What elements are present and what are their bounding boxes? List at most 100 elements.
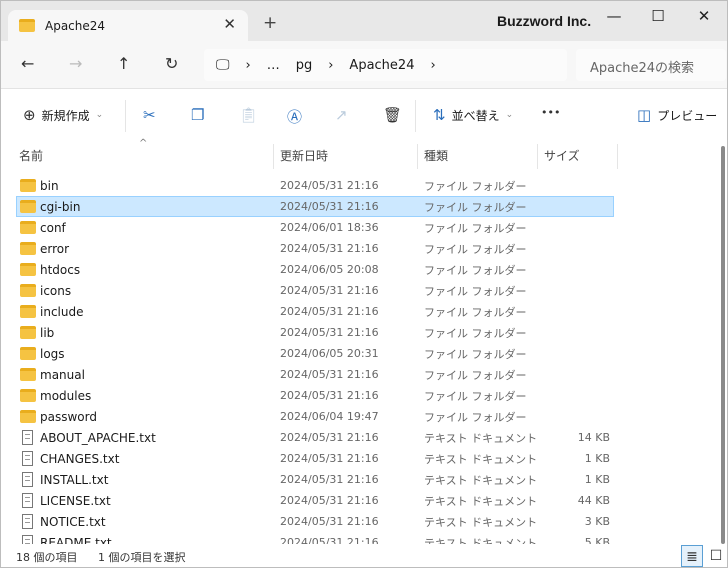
minimize-button[interactable]: —: [599, 7, 629, 25]
file-row[interactable]: modules 2024/05/31 21:16 ファイル フォルダー: [16, 385, 614, 406]
file-name: error: [40, 241, 70, 256]
file-row[interactable]: lib 2024/05/31 21:16 ファイル フォルダー: [16, 322, 614, 343]
file-row[interactable]: cgi-bin 2024/05/31 21:16 ファイル フォルダー: [16, 196, 614, 217]
file-date: 2024/05/31 21:16: [280, 389, 379, 402]
file-row[interactable]: ABOUT_APACHE.txt 2024/05/31 21:16 テキスト ド…: [16, 427, 614, 448]
close-window-button[interactable]: ✕: [689, 7, 719, 25]
file-name: INSTALL.txt: [40, 472, 109, 487]
address-bar[interactable]: 🖵 › … pg › Apache24 ›: [204, 49, 567, 81]
file-name: manual: [40, 367, 85, 382]
file-row[interactable]: conf 2024/06/01 18:36 ファイル フォルダー: [16, 217, 614, 238]
file-name: bin: [40, 178, 59, 193]
text-file-icon: [22, 451, 33, 466]
text-file-icon: [22, 430, 33, 445]
chevron-right-icon[interactable]: ›: [328, 58, 333, 73]
new-tab-button[interactable]: +: [263, 13, 277, 33]
folder-icon: [20, 347, 36, 360]
file-row[interactable]: CHANGES.txt 2024/05/31 21:16 テキスト ドキュメント…: [16, 448, 614, 469]
file-type: ファイル フォルダー: [424, 347, 527, 361]
file-type: テキスト ドキュメント: [424, 494, 538, 508]
file-date: 2024/05/31 21:16: [280, 452, 379, 465]
delete-button[interactable]: 🗑︎: [383, 106, 402, 124]
file-type: ファイル フォルダー: [424, 410, 527, 424]
column-header-name[interactable]: 名前: [13, 144, 274, 169]
file-type: ファイル フォルダー: [424, 221, 527, 235]
refresh-button[interactable]: ↻: [165, 54, 178, 73]
brand-label: Buzzword Inc.: [497, 13, 592, 29]
file-type: テキスト ドキュメント: [424, 515, 538, 529]
file-date: 2024/05/31 21:16: [280, 179, 379, 192]
breadcrumb-apache24[interactable]: Apache24: [349, 58, 414, 73]
file-date: 2024/05/31 21:16: [280, 305, 379, 318]
file-type: ファイル フォルダー: [424, 368, 527, 382]
file-row[interactable]: icons 2024/05/31 21:16 ファイル フォルダー: [16, 280, 614, 301]
back-button[interactable]: ←: [21, 54, 34, 73]
file-name: cgi-bin: [40, 199, 81, 214]
rename-button[interactable]: Ⓐ: [287, 106, 302, 127]
paste-button[interactable]: 📋︎: [239, 106, 258, 124]
file-type: テキスト ドキュメント: [424, 452, 538, 466]
maximize-button[interactable]: ☐: [643, 7, 673, 25]
file-name: password: [40, 409, 97, 424]
file-row[interactable]: LICENSE.txt 2024/05/31 21:16 テキスト ドキュメント…: [16, 490, 614, 511]
file-row[interactable]: logs 2024/06/05 20:31 ファイル フォルダー: [16, 343, 614, 364]
new-button[interactable]: ⊕ 新規作成 ⌄: [23, 106, 103, 124]
column-header-type[interactable]: 種類: [418, 144, 538, 169]
tiles-view-button[interactable]: ☐: [705, 545, 727, 567]
file-row[interactable]: htdocs 2024/06/05 20:08 ファイル フォルダー: [16, 259, 614, 280]
file-name: logs: [40, 346, 65, 361]
file-date: 2024/05/31 21:16: [280, 515, 379, 528]
divider: [415, 100, 416, 132]
file-type: ファイル フォルダー: [424, 242, 527, 256]
forward-button[interactable]: →: [69, 54, 82, 73]
file-type: ファイル フォルダー: [424, 200, 527, 214]
breadcrumb-more[interactable]: …: [267, 58, 280, 73]
cut-button[interactable]: ✂: [143, 106, 156, 124]
chevron-right-icon[interactable]: ›: [430, 58, 435, 73]
column-header-date[interactable]: 更新日時: [274, 144, 418, 169]
vertical-scrollbar[interactable]: [721, 146, 725, 544]
file-row[interactable]: bin 2024/05/31 21:16 ファイル フォルダー: [16, 175, 614, 196]
text-file-icon: [22, 493, 33, 508]
more-options-button[interactable]: •••: [541, 106, 560, 119]
file-size: 1 KB: [584, 452, 610, 465]
divider: [125, 100, 126, 132]
chevron-down-icon: ⌄: [505, 110, 514, 120]
file-type: ファイル フォルダー: [424, 305, 527, 319]
folder-icon: [20, 305, 36, 318]
file-name: lib: [40, 325, 55, 340]
sort-button[interactable]: ⇅ 並べ替え ⌄: [433, 106, 513, 124]
breadcrumb-pg[interactable]: pg: [296, 58, 313, 73]
chevron-right-icon[interactable]: ›: [246, 58, 251, 73]
plus-circle-icon: ⊕: [23, 106, 36, 124]
file-row[interactable]: NOTICE.txt 2024/05/31 21:16 テキスト ドキュメント …: [16, 511, 614, 532]
file-type: ファイル フォルダー: [424, 389, 527, 403]
folder-icon: [20, 221, 36, 234]
file-date: 2024/06/05 20:08: [280, 263, 379, 276]
tab-apache24[interactable]: Apache24 ✕: [8, 10, 248, 41]
file-row[interactable]: manual 2024/05/31 21:16 ファイル フォルダー: [16, 364, 614, 385]
file-row[interactable]: error 2024/05/31 21:16 ファイル フォルダー: [16, 238, 614, 259]
file-row[interactable]: include 2024/05/31 21:16 ファイル フォルダー: [16, 301, 614, 322]
file-name: include: [40, 304, 84, 319]
copy-button[interactable]: ❐: [191, 106, 204, 124]
column-header-size[interactable]: サイズ: [538, 144, 618, 169]
search-input[interactable]: Apache24の検索: [576, 49, 726, 81]
file-date: 2024/05/31 21:16: [280, 326, 379, 339]
file-row[interactable]: INSTALL.txt 2024/05/31 21:16 テキスト ドキュメント…: [16, 469, 614, 490]
share-button[interactable]: ↗: [335, 106, 348, 124]
preview-button[interactable]: ◫ プレビュー: [637, 106, 717, 124]
tab-title: Apache24: [45, 18, 106, 33]
new-label: 新規作成: [41, 108, 90, 123]
file-name: conf: [40, 220, 66, 235]
up-button[interactable]: ↑: [117, 54, 130, 73]
file-date: 2024/05/31 21:16: [280, 368, 379, 381]
text-file-icon: [22, 472, 33, 487]
close-tab-icon[interactable]: ✕: [223, 15, 236, 33]
file-row[interactable]: password 2024/06/04 19:47 ファイル フォルダー: [16, 406, 614, 427]
file-date: 2024/05/31 21:16: [280, 284, 379, 297]
details-view-button[interactable]: ≣: [681, 545, 703, 567]
folder-icon: [19, 19, 35, 32]
text-file-icon: [22, 514, 33, 529]
status-bar: 18 個の項目 1 個の項目を選択 ≣ ☐: [1, 544, 727, 567]
